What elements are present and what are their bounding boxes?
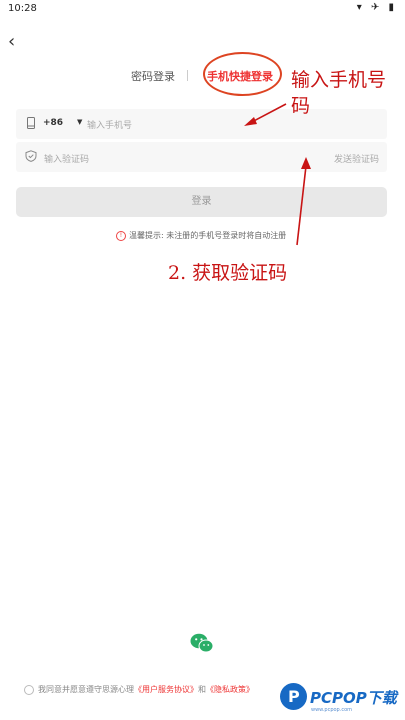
watermark: P PCPOP下载 www.pcpop.com <box>280 683 405 720</box>
agreement-prefix: 我同意并愿意遵守思源心理 <box>38 685 134 694</box>
country-code[interactable]: +86 <box>43 118 63 128</box>
annotation-step2: 2. 获取验证码 <box>168 262 288 284</box>
code-input[interactable]: 输入验证码 <box>44 152 89 165</box>
watermark-subtext: www.pcpop.com <box>311 707 352 713</box>
agreement-and: 和 <box>198 685 206 694</box>
agree-checkbox[interactable] <box>24 684 34 695</box>
caret-down-icon[interactable]: ▼ <box>77 118 82 126</box>
watermark-text: PCPOP下载 <box>310 689 397 707</box>
back-icon[interactable]: ‹ <box>8 32 22 52</box>
user-agreement-link[interactable]: 《用户服务协议》 <box>134 685 198 694</box>
status-icons: ▾ ✈ ▮ <box>356 2 397 13</box>
annotation-step1: 输入手机号码 <box>291 69 387 117</box>
tip-text: 温馨提示: 未注册的手机号登录时将自动注册 <box>129 231 287 240</box>
wechat-icon[interactable] <box>190 632 214 654</box>
watermark-logo: P <box>280 683 307 710</box>
phone-icon <box>27 117 35 129</box>
tip: ! 温馨提示: 未注册的手机号登录时将自动注册 <box>116 230 286 241</box>
annotation-circle <box>203 52 282 96</box>
phone-input[interactable]: 输入手机号 <box>87 118 132 131</box>
send-code-button[interactable]: 发送验证码 <box>334 152 379 165</box>
tab-divider <box>187 70 188 81</box>
tab-password-login[interactable]: 密码登录 <box>131 68 175 84</box>
privacy-policy-link[interactable]: 《隐私政策》 <box>206 685 254 694</box>
status-time: 10:28 <box>8 3 37 14</box>
login-button[interactable]: 登录 <box>16 187 387 217</box>
watermark-logo-letter: P <box>288 687 300 706</box>
code-field[interactable]: 输入验证码 发送验证码 <box>16 142 387 172</box>
warning-icon: ! <box>116 230 126 241</box>
agreement: 我同意并愿意遵守思源心理《用户服务协议》和《隐私政策》 <box>24 684 254 695</box>
status-bar: 10:28 ▾ ✈ ▮ <box>0 0 405 18</box>
shield-icon <box>25 150 37 162</box>
